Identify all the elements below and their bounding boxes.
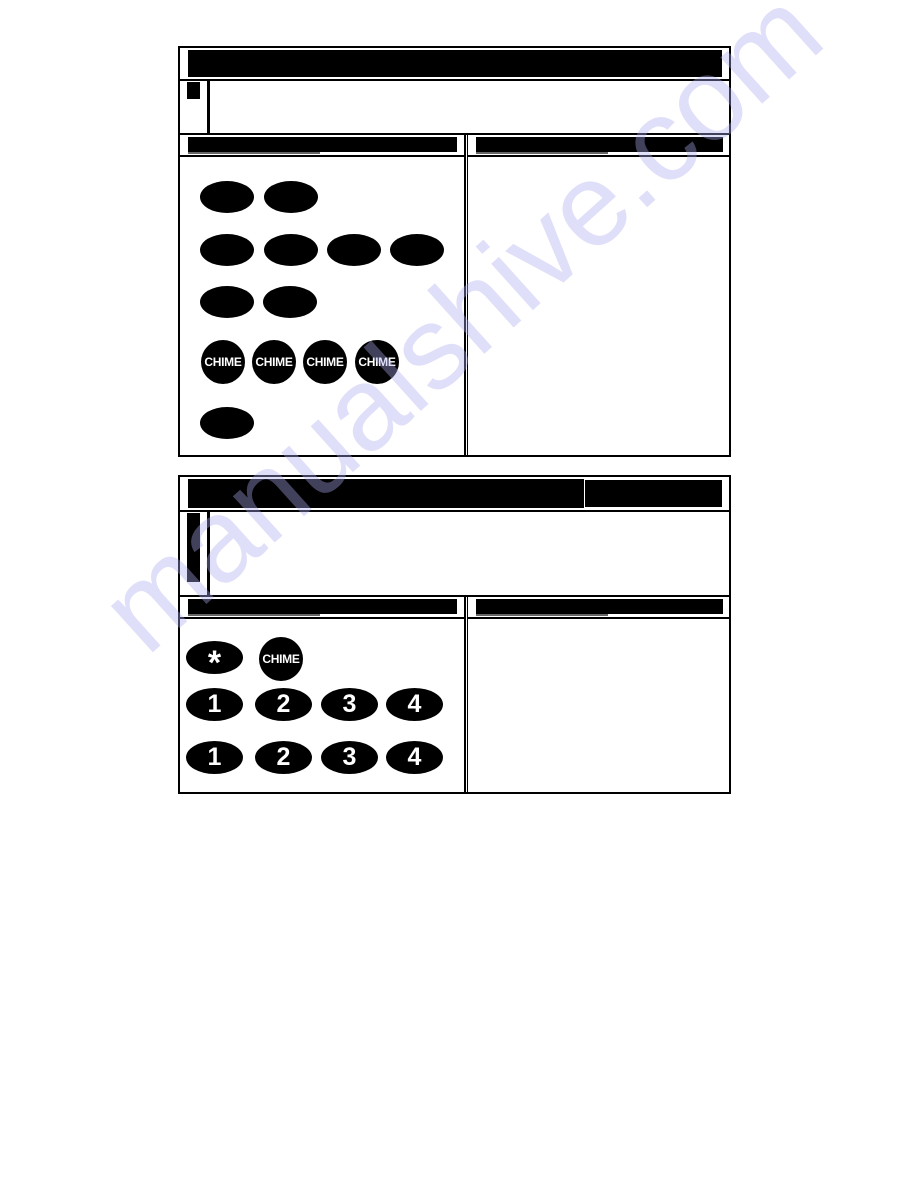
digit-key-3[interactable]: 3 — [321, 688, 378, 721]
display-text — [468, 619, 729, 792]
step-number — [187, 82, 200, 99]
title-strip — [181, 479, 187, 508]
keypad-header-label — [188, 137, 320, 154]
columns: CHIME CHIME CHIME CHIME — [180, 135, 729, 455]
keypad-column: * CHIME 1 2 3 4 1 2 3 4 — [180, 597, 466, 792]
section-title-row — [180, 477, 729, 512]
keypad-sequence: CHIME CHIME CHIME CHIME — [180, 157, 464, 455]
keypad-key[interactable] — [200, 407, 254, 439]
digit-key-4[interactable]: 4 — [386, 688, 443, 721]
keypad-key[interactable] — [264, 234, 318, 266]
digit-key-1[interactable]: 1 — [186, 741, 243, 774]
keypad-key[interactable] — [200, 234, 254, 266]
display-column — [467, 597, 729, 792]
keypad-key[interactable] — [200, 181, 254, 213]
digit-key-2[interactable]: 2 — [255, 688, 312, 721]
star-key[interactable]: * — [186, 641, 243, 680]
display-header-label — [476, 137, 608, 154]
keypad-header — [188, 599, 457, 616]
display-header — [476, 599, 723, 616]
step-number-cell — [180, 512, 210, 595]
title-strip — [181, 50, 187, 77]
section-title-row — [180, 48, 729, 81]
step-row — [180, 81, 729, 135]
chime-key[interactable]: CHIME — [355, 340, 399, 384]
digit-key-4[interactable]: 4 — [386, 741, 443, 774]
title-bar-tail — [584, 479, 723, 508]
keypad-sequence: * CHIME 1 2 3 4 1 2 3 4 — [180, 619, 464, 792]
step-number — [187, 513, 200, 582]
header-strip — [181, 599, 187, 615]
display-header-row — [468, 135, 729, 157]
chime-key[interactable]: CHIME — [259, 637, 303, 681]
chime-key[interactable]: CHIME — [252, 340, 296, 384]
section-title — [188, 50, 722, 77]
chime-key[interactable]: CHIME — [303, 340, 347, 384]
digit-key-3[interactable]: 3 — [321, 741, 378, 774]
step-row — [180, 512, 729, 597]
keypad-key[interactable] — [200, 286, 254, 318]
step-text — [214, 516, 723, 591]
keypad-key[interactable] — [263, 286, 317, 318]
header-strip — [469, 599, 475, 615]
header-strip — [469, 137, 475, 153]
header-strip — [181, 137, 187, 153]
instruction-section-2: * CHIME 1 2 3 4 1 2 3 4 — [178, 475, 731, 794]
keypad-column: CHIME CHIME CHIME CHIME — [180, 135, 466, 455]
display-header-label — [476, 599, 608, 616]
digit-key-2[interactable]: 2 — [255, 741, 312, 774]
chime-key[interactable]: CHIME — [201, 340, 245, 384]
keypad-header — [188, 137, 457, 154]
instruction-section-1: CHIME CHIME CHIME CHIME — [178, 46, 731, 457]
keypad-key[interactable] — [327, 234, 381, 266]
step-text — [214, 85, 723, 129]
keypad-header-row — [180, 135, 464, 157]
step-number-cell — [180, 81, 210, 133]
keypad-key[interactable] — [390, 234, 444, 266]
display-header — [476, 137, 723, 154]
display-header-row — [468, 597, 729, 619]
columns: * CHIME 1 2 3 4 1 2 3 4 — [180, 597, 729, 792]
display-column — [467, 135, 729, 455]
keypad-key[interactable] — [264, 181, 318, 213]
keypad-header-label — [188, 599, 320, 616]
display-text — [468, 157, 729, 455]
digit-key-1[interactable]: 1 — [186, 688, 243, 721]
keypad-header-row — [180, 597, 464, 619]
